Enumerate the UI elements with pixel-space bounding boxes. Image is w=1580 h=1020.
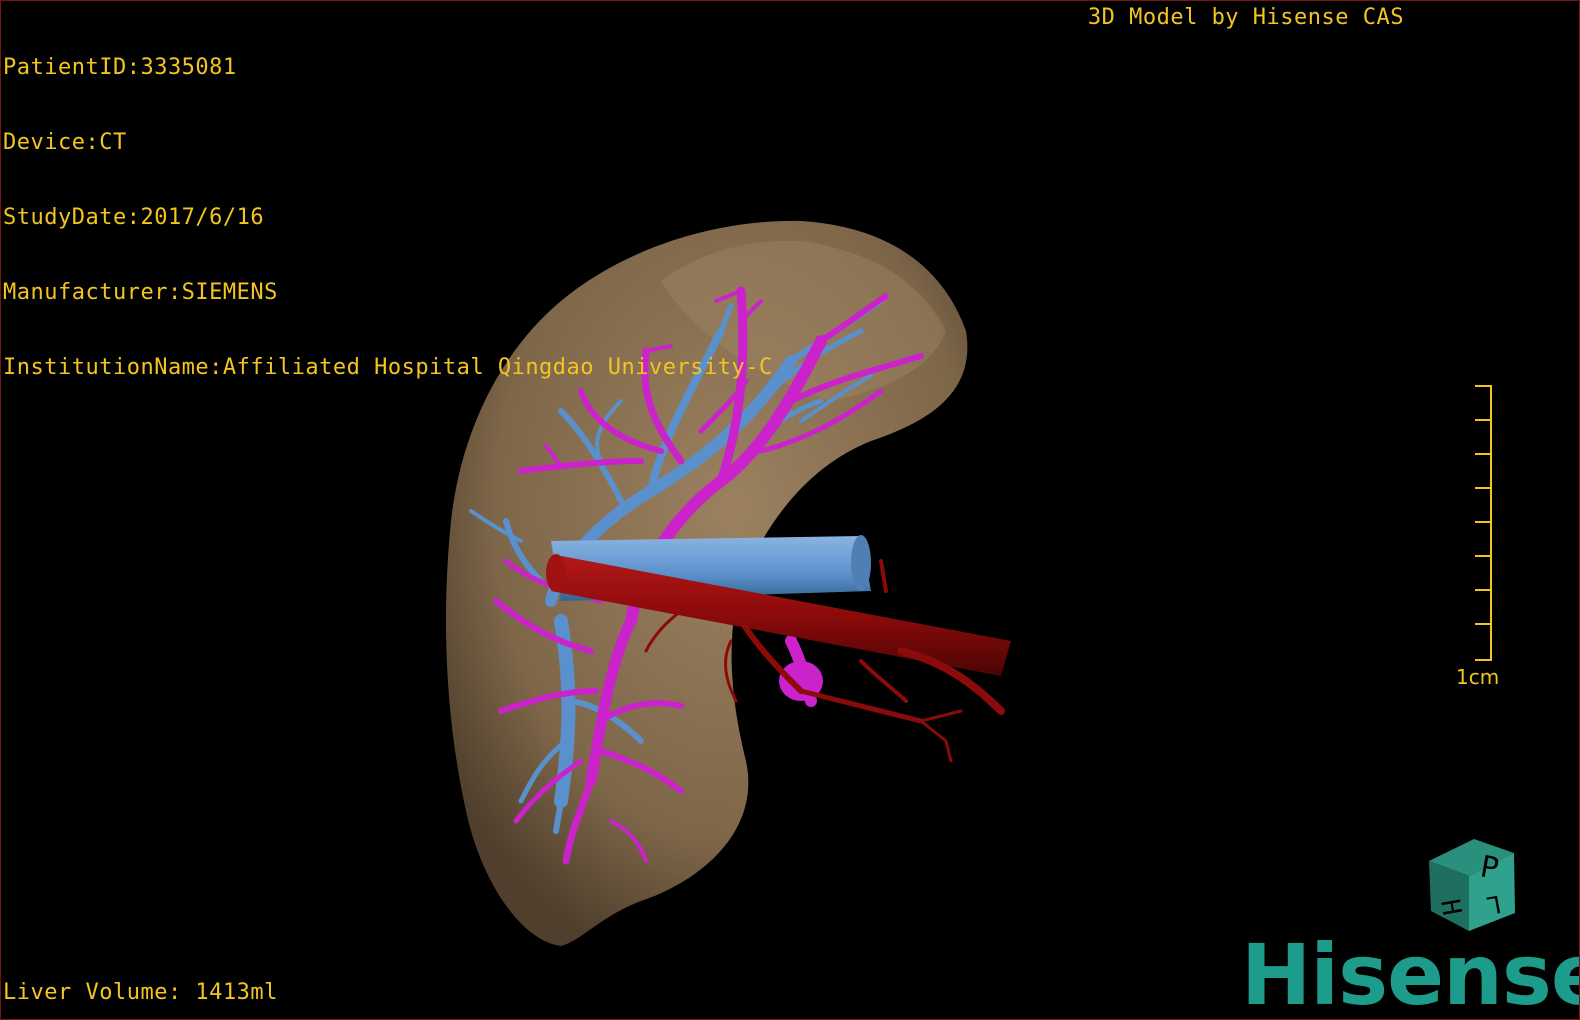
model-label: 3D Model by Hisense CAS [1087,5,1404,30]
patient-info-block: PatientID:3335081 Device:CT StudyDate:20… [3,5,773,430]
device: Device:CT [3,130,127,155]
study-date: StudyDate:2017/6/16 [3,205,265,230]
hisense-logo: Hisense [1241,926,1580,1020]
institution-name: InstitutionName:Affiliated Hospital Qing… [3,355,773,380]
3d-viewport[interactable]: PatientID:3335081 Device:CT StudyDate:20… [0,0,1580,1020]
scale-label: 1cm [1456,665,1500,689]
orientation-cube[interactable]: P H L [1419,831,1529,941]
scale-bar [1475,385,1492,661]
manufacturer: Manufacturer:SIEMENS [3,280,278,305]
patient-id: PatientID:3335081 [3,55,237,80]
liver-volume: Liver Volume: 1413ml [3,980,278,1005]
